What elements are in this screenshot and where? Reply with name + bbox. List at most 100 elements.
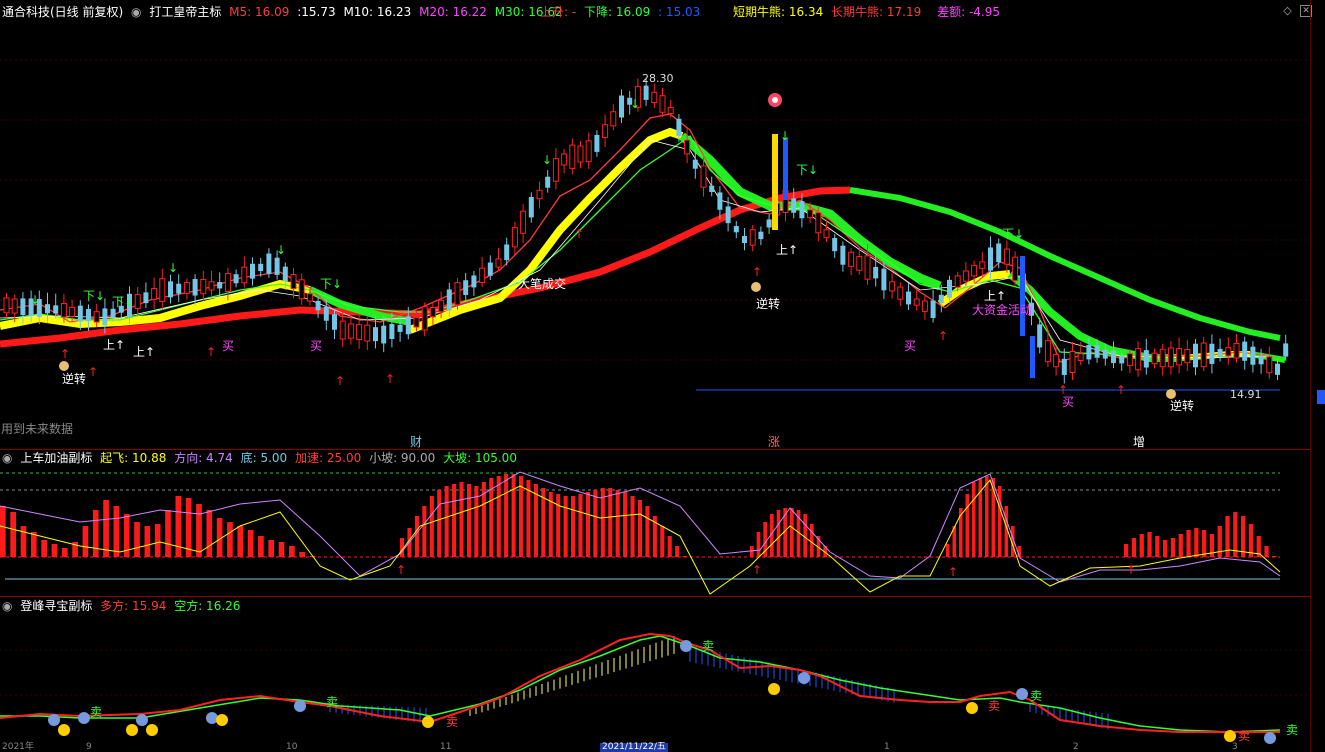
candle-body: [200, 278, 207, 295]
sell-signal: 卖: [988, 699, 1000, 713]
candle-body: [930, 300, 936, 318]
candle-body: [1266, 356, 1273, 374]
candle-body: [1159, 348, 1166, 368]
candle-body: [397, 324, 403, 332]
candle-body: [159, 278, 166, 302]
candle-body: [1217, 348, 1223, 357]
signal-down: 下↓: [1002, 227, 1024, 241]
momentum-bar: [790, 508, 794, 557]
momentum-bar: [268, 540, 275, 557]
high-price-label: 28.30: [642, 72, 674, 85]
candle-body: [602, 124, 609, 138]
candle-body: [1044, 340, 1051, 363]
momentum-bar: [518, 476, 524, 557]
signal-up: 上↑: [133, 345, 155, 359]
svg-text:↓: ↓: [630, 97, 640, 111]
momentum-bar: [1124, 544, 1129, 557]
momentum-bar: [637, 500, 643, 557]
candle-body: [381, 325, 387, 344]
candle-body: [421, 306, 428, 331]
candle-body: [77, 305, 83, 322]
current-date[interactable]: 2021/11/22/五: [600, 743, 668, 752]
bottom-value: 底: 5.00: [240, 451, 288, 465]
acc-value: 加速: 25.00: [295, 451, 362, 465]
momentum-bar: [20, 526, 27, 557]
candle-body: [143, 292, 149, 304]
signal-buy: 买: [904, 339, 916, 353]
candle-body: [873, 266, 879, 279]
settings-icon[interactable]: ◉: [2, 451, 12, 465]
momentum-bar: [429, 496, 434, 557]
svg-text:↑: ↑: [396, 563, 406, 577]
red-up-arrows: ↑ ↑ ↑ ↑ ↑ ↑ ↑ ↑ ↑ ↑: [60, 227, 1126, 397]
price-marker[interactable]: [1317, 390, 1325, 404]
candle-body: [733, 226, 739, 233]
candle-body: [856, 256, 863, 271]
candle-body: [274, 257, 280, 275]
sub2-chart: 卖 卖 卖 卖 卖 卖 卖 卖: [0, 632, 1310, 744]
candle-body: [659, 95, 666, 113]
momentum-bar: [571, 496, 576, 557]
candle-body: [1193, 343, 1198, 368]
axis-tick: 2: [1073, 742, 1079, 752]
event-marker-zeng[interactable]: 增: [1133, 435, 1145, 448]
candle-body: [151, 287, 158, 300]
sell-signal: 卖: [446, 715, 458, 729]
sub1-title[interactable]: 上车加油副标: [20, 451, 92, 465]
candle-body: [282, 266, 288, 282]
candle-body: [176, 283, 182, 294]
svg-text:↑: ↑: [60, 347, 70, 361]
signal-buy: 买: [310, 339, 322, 353]
candle-body: [1069, 350, 1076, 374]
candle-body: [897, 286, 904, 300]
candle-body: [192, 279, 198, 296]
candle-body: [1102, 349, 1108, 359]
candle-body: [315, 300, 321, 311]
candle-body: [1061, 358, 1067, 375]
momentum-bar: [563, 496, 568, 557]
momentum-bar: [810, 524, 814, 557]
candle-body: [725, 206, 731, 224]
svg-text:↑: ↑: [752, 265, 762, 279]
candle-body: [241, 266, 248, 284]
momentum-bar: [511, 474, 516, 557]
axis-tick: 11: [440, 742, 452, 752]
grid-lines: [0, 59, 1310, 361]
candle-body: [233, 274, 239, 284]
event-marker-zhang[interactable]: 涨: [768, 434, 780, 448]
candle-body: [577, 145, 584, 163]
candle-body: [446, 289, 452, 311]
big-slope-value: 大坡: 105.00: [443, 451, 517, 465]
candle-body: [102, 308, 108, 326]
candle-body: [1167, 347, 1174, 368]
momentum-bar: [682, 556, 687, 557]
momentum-bar: [165, 510, 171, 557]
panel-right-border: [1310, 0, 1311, 752]
candle-body: [429, 307, 436, 318]
momentum-bars: [0, 474, 1277, 557]
spike-bar-blue: [783, 138, 788, 200]
sell-signal: 卖: [326, 695, 338, 709]
momentum-bar: [113, 506, 120, 557]
momentum-bar: [985, 476, 989, 557]
signal-reverse: 逆转: [1170, 398, 1194, 413]
axis-tick: 10: [286, 742, 298, 752]
svg-text:↓: ↓: [780, 129, 790, 143]
signal-up: 上↑: [984, 289, 1006, 303]
candle-body: [487, 262, 493, 276]
momentum-bar: [1272, 556, 1277, 557]
momentum-bar: [154, 524, 161, 557]
momentum-bar: [1241, 516, 1246, 557]
momentum-bar: [675, 546, 680, 557]
candle-body: [110, 308, 116, 318]
main-chart: 28.30 14.91 大笔成交 大资金活动 用到未来数据 财 涨 增 逆转 逆…: [0, 59, 1310, 448]
dir-value: 方向: 4.74: [174, 451, 233, 465]
candle-body: [1151, 352, 1158, 365]
candle-body: [1184, 349, 1191, 364]
event-marker-cai[interactable]: 财: [410, 435, 422, 448]
signal-down: 下↓: [796, 163, 818, 177]
candle-body: [954, 275, 961, 288]
candle-body: [1250, 346, 1256, 365]
momentum-bar: [144, 526, 151, 557]
svg-text:↓: ↓: [168, 261, 178, 275]
